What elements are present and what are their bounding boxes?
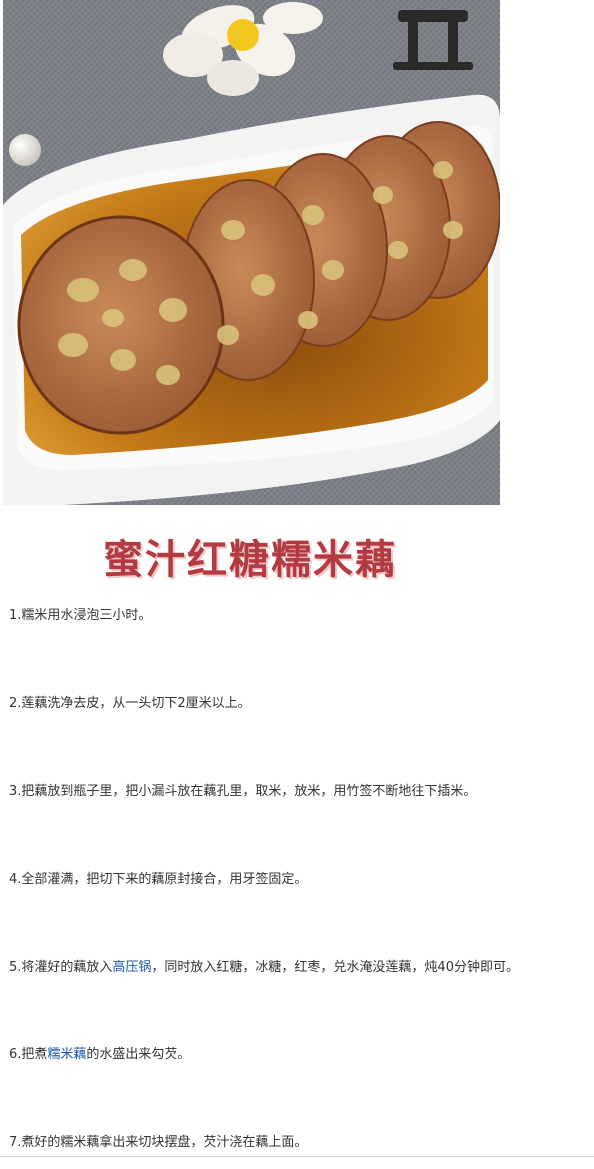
- step-7: 7.煮好的糯米藕拿出来切块摆盘，芡汁浇在藕上面。: [9, 1134, 307, 1152]
- step-5: 5.将灌好的藕放入高压锅，同时放入红糖，冰糖，红枣，兑水淹没莲藕，炖40分钟即可…: [9, 959, 519, 977]
- step-5-text-after: ，同时放入红糖，冰糖，红枣，兑水淹没莲藕，炖40分钟即可。: [151, 960, 519, 975]
- step-6-text-before: 6.把煮: [9, 1047, 48, 1062]
- step-6-text-after: 的水盛出来勾芡。: [86, 1047, 191, 1062]
- step-1-text: 1.糯米用水浸泡三小时。: [9, 608, 152, 623]
- divider: [0, 1156, 594, 1157]
- glutinous-rice-lotus-link[interactable]: 糯米藕: [47, 1047, 86, 1062]
- recipe-title-banner: 蜜汁红糖糯米藕: [0, 526, 500, 586]
- step-3-text: 3.把藕放到瓶子里，把小漏斗放在藕孔里，取米，放米，用竹签不断地往下插米。: [9, 784, 477, 799]
- step-1: 1.糯米用水浸泡三小时。: [9, 607, 151, 625]
- step-2-text: 2.莲藕洗净去皮，从一头切下2厘米以上。: [9, 696, 251, 711]
- step-4: 4.全部灌满，把切下来的藕原封接合，用牙签固定。: [9, 871, 307, 889]
- step-2: 2.莲藕洗净去皮，从一头切下2厘米以上。: [9, 695, 251, 713]
- step-6: 6.把煮糯米藕的水盛出来勾芡。: [9, 1046, 190, 1064]
- recipe-title: 蜜汁红糖糯米藕: [103, 537, 397, 583]
- step-4-text: 4.全部灌满，把切下来的藕原封接合，用牙签固定。: [9, 872, 308, 887]
- step-3: 3.把藕放到瓶子里，把小漏斗放在藕孔里，取米，放米，用竹签不断地往下插米。: [9, 783, 476, 801]
- pressure-cooker-link[interactable]: 高压锅: [112, 960, 151, 975]
- step-7-text: 7.煮好的糯米藕拿出来切块摆盘，芡汁浇在藕上面。: [9, 1135, 308, 1150]
- dish-photo: [3, 0, 500, 505]
- step-5-text-before: 5.将灌好的藕放入: [9, 960, 113, 975]
